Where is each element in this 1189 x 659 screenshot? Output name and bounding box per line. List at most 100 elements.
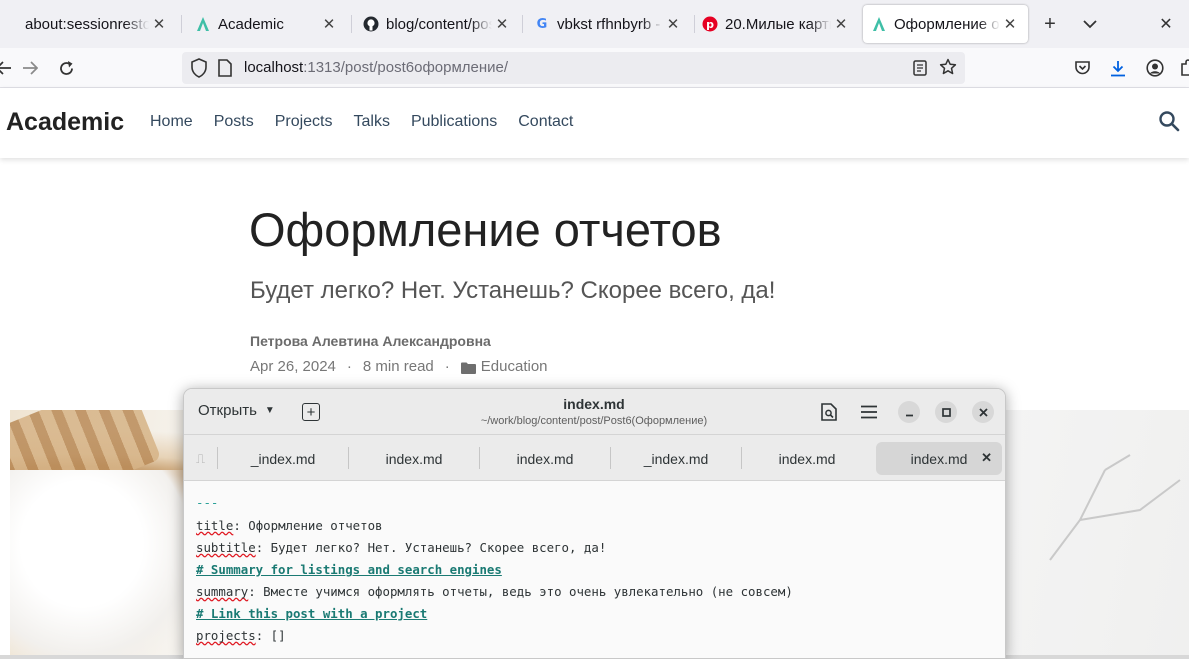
menu-item-posts[interactable]: Posts <box>214 113 254 131</box>
editor-tab[interactable]: _index.md <box>219 442 347 475</box>
featured-image-fluff <box>10 470 190 655</box>
close-tab-icon[interactable]: ✕ <box>663 15 683 33</box>
article-meta: Apr 26, 2024 · 8 min read · Education <box>250 358 548 375</box>
article-read-time: 8 min read <box>362 358 434 375</box>
tab-separator <box>181 15 182 33</box>
editor-tab[interactable]: index.md <box>481 442 609 475</box>
browser-tab-strip: about:sessionrestore ✕ Academic ✕ blog/c… <box>0 0 1189 48</box>
close-tab-icon[interactable]: ✕ <box>981 450 992 466</box>
editor-filename: index.md <box>563 396 625 412</box>
downloads-icon[interactable] <box>1106 56 1130 80</box>
code-key: summary <box>196 584 249 599</box>
close-tab-icon[interactable]: ✕ <box>831 15 851 33</box>
menu-item-publications[interactable]: Publications <box>411 113 497 131</box>
tab-label: 20.Милые картинки <box>725 15 831 33</box>
tab-label: about:sessionrestore <box>25 15 149 33</box>
minimize-window-icon[interactable] <box>898 401 920 423</box>
code-value: : [] <box>255 628 286 643</box>
close-tab-icon[interactable]: ✕ <box>1000 15 1020 33</box>
close-tab-icon[interactable]: ✕ <box>149 15 169 33</box>
text-editor-window: Открыть ▼ + index.md ~/work/blog/content… <box>183 388 1006 659</box>
svg-text:p: p <box>706 18 714 31</box>
google-icon: G <box>536 16 548 32</box>
close-tab-icon[interactable]: ✕ <box>319 15 339 33</box>
browser-tab-google[interactable]: G vbkst rfhnbyrb - Поиск ✕ <box>526 5 691 43</box>
editor-file-path: ~/work/blog/content/post/Post6(Оформлени… <box>480 415 708 427</box>
url-path: :1313/post/post6оформление/ <box>303 59 509 76</box>
tab-label: vbkst rfhnbyrb - Поиск <box>557 15 663 33</box>
reader-view-icon[interactable] <box>913 60 927 81</box>
browser-tab-github[interactable]: blog/content/post/Post6 ✕ <box>355 5 520 43</box>
article-date: Apr 26, 2024 <box>250 358 336 375</box>
close-tab-icon[interactable]: ✕ <box>492 15 512 33</box>
editor-tab-active[interactable]: index.md ✕ <box>876 442 1002 475</box>
editor-text-area[interactable]: --- title: Оформление отчетов subtitle: … <box>184 481 1005 658</box>
menu-item-projects[interactable]: Projects <box>275 113 333 131</box>
code-value: : Вместе учимся оформлять отчеты, ведь э… <box>248 584 793 599</box>
article-author[interactable]: Петрова Алевтина Александровна <box>250 333 491 349</box>
save-document-icon[interactable] <box>819 402 839 422</box>
new-document-icon[interactable]: + <box>302 403 320 421</box>
editor-tab[interactable]: _index.md <box>612 442 740 475</box>
editor-tab-label: _index.md <box>250 450 316 467</box>
close-window-icon[interactable]: ✕ <box>1154 12 1178 36</box>
editor-tab-label: index.md <box>385 450 443 467</box>
article-title: Оформление отчетов <box>249 203 722 256</box>
menu-item-talks[interactable]: Talks <box>354 113 390 131</box>
code-line: summary: Вместе учимся оформлять отчеты,… <box>196 584 793 599</box>
browser-tab-active[interactable]: Оформление отчетов ✕ <box>863 5 1028 43</box>
menu-item-contact[interactable]: Contact <box>518 113 573 131</box>
code-line: --- <box>196 495 219 510</box>
forward-arrow-icon[interactable] <box>18 56 42 80</box>
code-key: subtitle <box>196 540 256 555</box>
url-bar[interactable]: localhost:1313/post/post6оформление/ <box>182 52 965 84</box>
account-icon[interactable] <box>1143 56 1167 80</box>
tab-label: blog/content/post/Post6 <box>386 15 492 33</box>
editor-tab-label: index.md <box>516 450 574 467</box>
open-file-button[interactable]: Открыть ▼ <box>198 402 275 419</box>
browser-tab-academic[interactable]: Academic ✕ <box>187 5 347 43</box>
editor-tab[interactable]: index.md <box>350 442 478 475</box>
tab-separator <box>479 447 480 469</box>
editor-tab-label: _index.md <box>643 450 709 467</box>
site-brand-logo[interactable]: Academic <box>6 108 124 137</box>
hamburger-menu-icon[interactable] <box>859 402 879 422</box>
site-main-menu: Home Posts Projects Talks Publications C… <box>150 113 594 131</box>
back-arrow-icon[interactable] <box>0 56 16 80</box>
browser-nav-toolbar: localhost:1313/post/post6оформление/ <box>0 48 1189 88</box>
list-all-tabs-chevron-icon[interactable] <box>1078 12 1102 36</box>
search-icon[interactable] <box>1158 110 1182 134</box>
maximize-window-icon[interactable] <box>935 401 957 423</box>
pinterest-icon: p <box>702 16 718 32</box>
url-text[interactable]: localhost:1313/post/post6оформление/ <box>244 59 508 76</box>
editor-tab-label: index.md <box>910 450 968 467</box>
tab-separator <box>741 447 742 469</box>
code-comment-line: # Link this post with a project <box>196 606 428 621</box>
meta-separator: · <box>444 358 450 375</box>
pocket-icon[interactable] <box>1070 56 1094 80</box>
dropdown-caret-icon: ▼ <box>264 405 275 416</box>
article-subtitle: Будет легко? Нет. Устанешь? Скорее всего… <box>250 277 776 304</box>
code-key: title <box>196 518 234 533</box>
editor-tab[interactable]: index.md <box>743 442 871 475</box>
menu-item-home[interactable]: Home <box>150 113 193 131</box>
open-file-label: Открыть <box>198 402 257 419</box>
code-line: subtitle: Будет легко? Нет. Устанешь? Ск… <box>196 540 606 555</box>
extensions-puzzle-icon[interactable] <box>1176 56 1189 80</box>
browser-tab-pinterest[interactable]: p 20.Милые картинки ✕ <box>694 5 859 43</box>
tab-separator <box>351 15 352 33</box>
article-category[interactable]: Education <box>481 358 548 375</box>
new-tab-plus-icon[interactable]: + <box>1038 12 1062 36</box>
browser-tab-session-restore[interactable]: about:sessionrestore ✕ <box>17 5 177 43</box>
page-info-icon[interactable] <box>218 59 232 82</box>
featured-image-branches <box>1049 454 1181 561</box>
tab-separator <box>610 447 611 469</box>
bookmark-star-icon[interactable] <box>939 58 957 81</box>
code-line: title: Оформление отчетов <box>196 518 383 533</box>
shield-icon[interactable] <box>190 58 208 83</box>
academic-icon <box>871 16 887 32</box>
code-comment-line: # Summary for listings and search engine… <box>196 562 502 577</box>
tab-separator <box>522 15 523 33</box>
reload-icon[interactable] <box>54 56 78 80</box>
close-window-icon[interactable] <box>972 401 994 423</box>
